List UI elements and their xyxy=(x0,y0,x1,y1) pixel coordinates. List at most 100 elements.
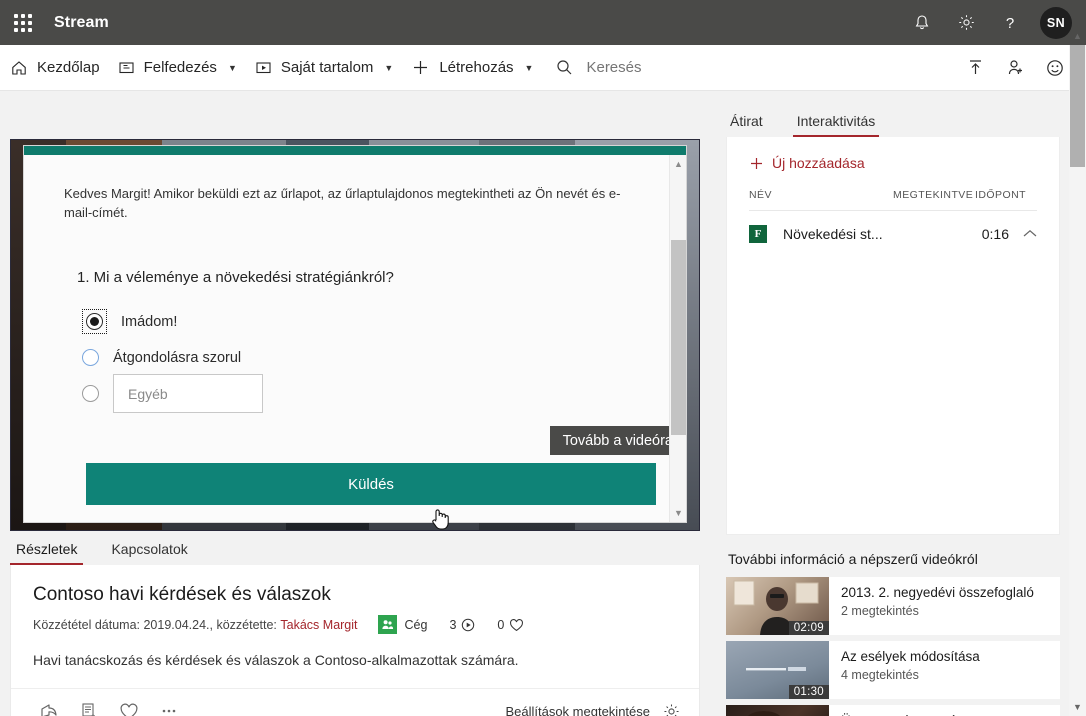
details-action-bar: Beállítások megtekintése xyxy=(11,688,699,716)
app-title[interactable]: Stream xyxy=(54,14,109,32)
help-icon[interactable]: ? xyxy=(988,0,1032,45)
form-greeting: Kedves Margit! Amikor beküldi ezt az űrl… xyxy=(64,186,621,220)
list-item[interactable]: 02:09 2013. 2. negyedévi összefoglaló 2 … xyxy=(726,577,1060,635)
column-time: IDŐPONT xyxy=(975,189,1026,201)
nav-item-my-content[interactable]: Saját tartalom ▼ xyxy=(245,45,401,91)
form-choice-option-1[interactable]: Imádom! xyxy=(82,306,646,338)
form-choice-option-2[interactable]: Átgondolásra szorul xyxy=(82,342,646,374)
chevron-down-icon[interactable]: ▼ xyxy=(525,63,534,73)
nav-item-discover[interactable]: Felfedezés ▼ xyxy=(108,45,245,91)
search-placeholder: Keresés xyxy=(586,59,642,76)
table-row[interactable]: F Növekedési st... 0:16 xyxy=(749,211,1037,256)
upload-icon[interactable] xyxy=(958,51,992,85)
form-choice-label-1: Imádom! xyxy=(121,313,178,330)
chevron-down-icon[interactable]: ▼ xyxy=(228,63,237,73)
form-body: Kedves Margit! Amikor beküldi ezt az űrl… xyxy=(24,155,686,522)
app-launcher-icon[interactable] xyxy=(0,0,46,45)
scroll-up-icon[interactable]: ▲ xyxy=(1069,27,1086,45)
play-circle-icon xyxy=(461,618,475,632)
heart-icon[interactable] xyxy=(109,691,149,716)
radio-button-selected[interactable] xyxy=(86,313,103,331)
notifications-icon[interactable] xyxy=(900,0,944,45)
nav-item-discover-label: Felfedezés xyxy=(143,59,217,76)
tab-transcript[interactable]: Átirat xyxy=(726,113,767,137)
my-content-icon xyxy=(255,59,272,76)
published-label: Közzététel dátuma: 2019.04.24., közzétet… xyxy=(33,617,277,632)
add-to-playlist-icon[interactable] xyxy=(69,691,109,716)
video-views: 4 megtekintés xyxy=(841,668,919,682)
svg-text:?: ? xyxy=(1006,15,1014,32)
gear-icon xyxy=(662,702,681,716)
view-settings-label: Beállítások megtekintése xyxy=(505,703,650,716)
chevron-up-icon[interactable] xyxy=(1023,229,1037,238)
tab-relations[interactable]: Kapcsolatok xyxy=(105,541,193,565)
page-scrollbar-thumb[interactable] xyxy=(1070,45,1085,167)
search-input[interactable]: Keresés xyxy=(555,58,642,77)
discover-icon xyxy=(118,59,135,76)
like-count: 0 xyxy=(497,617,505,632)
left-column: Kedves Margit! Amikor beküldi ezt az űrl… xyxy=(10,139,700,716)
form-scrollbar-thumb[interactable] xyxy=(671,240,686,435)
scroll-up-icon[interactable]: ▲ xyxy=(670,155,687,173)
details-content: Contoso havi kérdések és válaszok Közzét… xyxy=(11,565,699,688)
suite-bar: Stream ? SN xyxy=(0,0,1086,45)
group-icon xyxy=(377,615,397,634)
form-choice-label-2: Átgondolásra szorul xyxy=(113,349,242,366)
list-item[interactable]: 01:30 Az esélyek módosítása 4 megtekinté… xyxy=(726,641,1060,699)
nav-item-home[interactable]: Kezdőlap xyxy=(0,45,108,91)
like-count-stat: 0 xyxy=(497,618,524,632)
forms-interaction-overlay[interactable]: Kedves Margit! Amikor beküldi ezt az űrl… xyxy=(23,145,687,523)
form-question: 1. Mi a véleménye a növekedési stratégiá… xyxy=(77,268,394,286)
video-info: Üzenet az igazgatótan... xyxy=(829,705,987,716)
suite-bar-actions: ? SN xyxy=(900,0,1086,45)
add-new-label: Új hozzáadása xyxy=(772,155,865,171)
video-description: Havi tanácskozás és kérdések és válaszok… xyxy=(33,652,519,668)
group-label: Cég xyxy=(404,617,428,632)
settings-icon[interactable] xyxy=(944,0,988,45)
interactivity-table-header: NÉV MEGTEKINTVE IDŐPONT xyxy=(749,189,1037,211)
other-text-input[interactable]: Egyéb xyxy=(113,374,263,414)
avatar[interactable]: SN xyxy=(1040,6,1072,39)
interaction-time: 0:16 xyxy=(981,225,1009,242)
view-count: 3 xyxy=(449,617,457,632)
tab-interactivity[interactable]: Interaktivitás xyxy=(792,113,880,137)
add-new-button[interactable]: Új hozzáadása xyxy=(749,155,1037,171)
video-player[interactable]: Kedves Margit! Amikor beküldi ezt az űrl… xyxy=(10,139,700,531)
video-info: 2013. 2. negyedévi összefoglaló 2 megtek… xyxy=(829,577,1034,635)
home-icon xyxy=(10,59,28,77)
scroll-down-icon[interactable]: ▼ xyxy=(670,504,687,522)
author-link[interactable]: Takács Margit xyxy=(280,618,357,632)
feedback-smiley-icon[interactable] xyxy=(1038,51,1072,85)
video-info: Az esélyek módosítása 4 megtekintés xyxy=(829,641,980,699)
details-tabs: Részletek Kapcsolatok xyxy=(10,533,700,565)
list-item[interactable]: Üzenet az igazgatótan... xyxy=(726,705,1060,716)
column-viewed: MEGTEKINTVE xyxy=(893,189,974,201)
add-person-icon[interactable] xyxy=(998,51,1032,85)
radio-focus-ring xyxy=(82,309,107,335)
form-submit-button[interactable]: Küldés xyxy=(86,463,656,505)
chevron-down-icon[interactable]: ▼ xyxy=(384,63,393,73)
more-ellipsis-icon[interactable] xyxy=(149,691,189,716)
video-meta: Közzététel dátuma: 2019.04.24., közzétet… xyxy=(33,615,677,634)
interactivity-tabs: Átirat Interaktivitás xyxy=(726,105,1060,137)
nav-item-create-label: Létrehozás xyxy=(439,59,514,76)
view-settings-button[interactable]: Beállítások megtekintése xyxy=(505,702,681,716)
nav-item-create[interactable]: Létrehozás ▼ xyxy=(401,45,541,91)
share-icon[interactable] xyxy=(29,691,69,716)
details-card: Contoso havi kérdések és válaszok Közzét… xyxy=(10,565,700,716)
form-choice-option-other[interactable]: Egyéb xyxy=(82,374,646,414)
video-thumbnail: 01:30 xyxy=(726,641,829,699)
radio-button-unselected[interactable] xyxy=(82,349,99,367)
radio-button-other[interactable] xyxy=(82,385,99,403)
tab-details[interactable]: Részletek xyxy=(10,541,84,565)
page-scrollbar[interactable]: ▲ ▼ xyxy=(1069,31,1086,716)
nav-item-home-label: Kezdőlap xyxy=(37,59,100,76)
video-duration: 01:30 xyxy=(788,685,829,699)
main-nav: Kezdőlap Felfedezés ▼ Saját tartalom ▼ L… xyxy=(0,45,1086,91)
microsoft-forms-icon: F xyxy=(749,224,767,243)
form-scrollbar[interactable]: ▲ ▼ xyxy=(669,155,686,522)
form-header-bar xyxy=(24,146,686,155)
nav-item-my-content-label: Saját tartalom xyxy=(280,59,374,76)
view-count-stat: 3 xyxy=(449,618,475,632)
scroll-down-icon[interactable]: ▼ xyxy=(1069,698,1086,716)
